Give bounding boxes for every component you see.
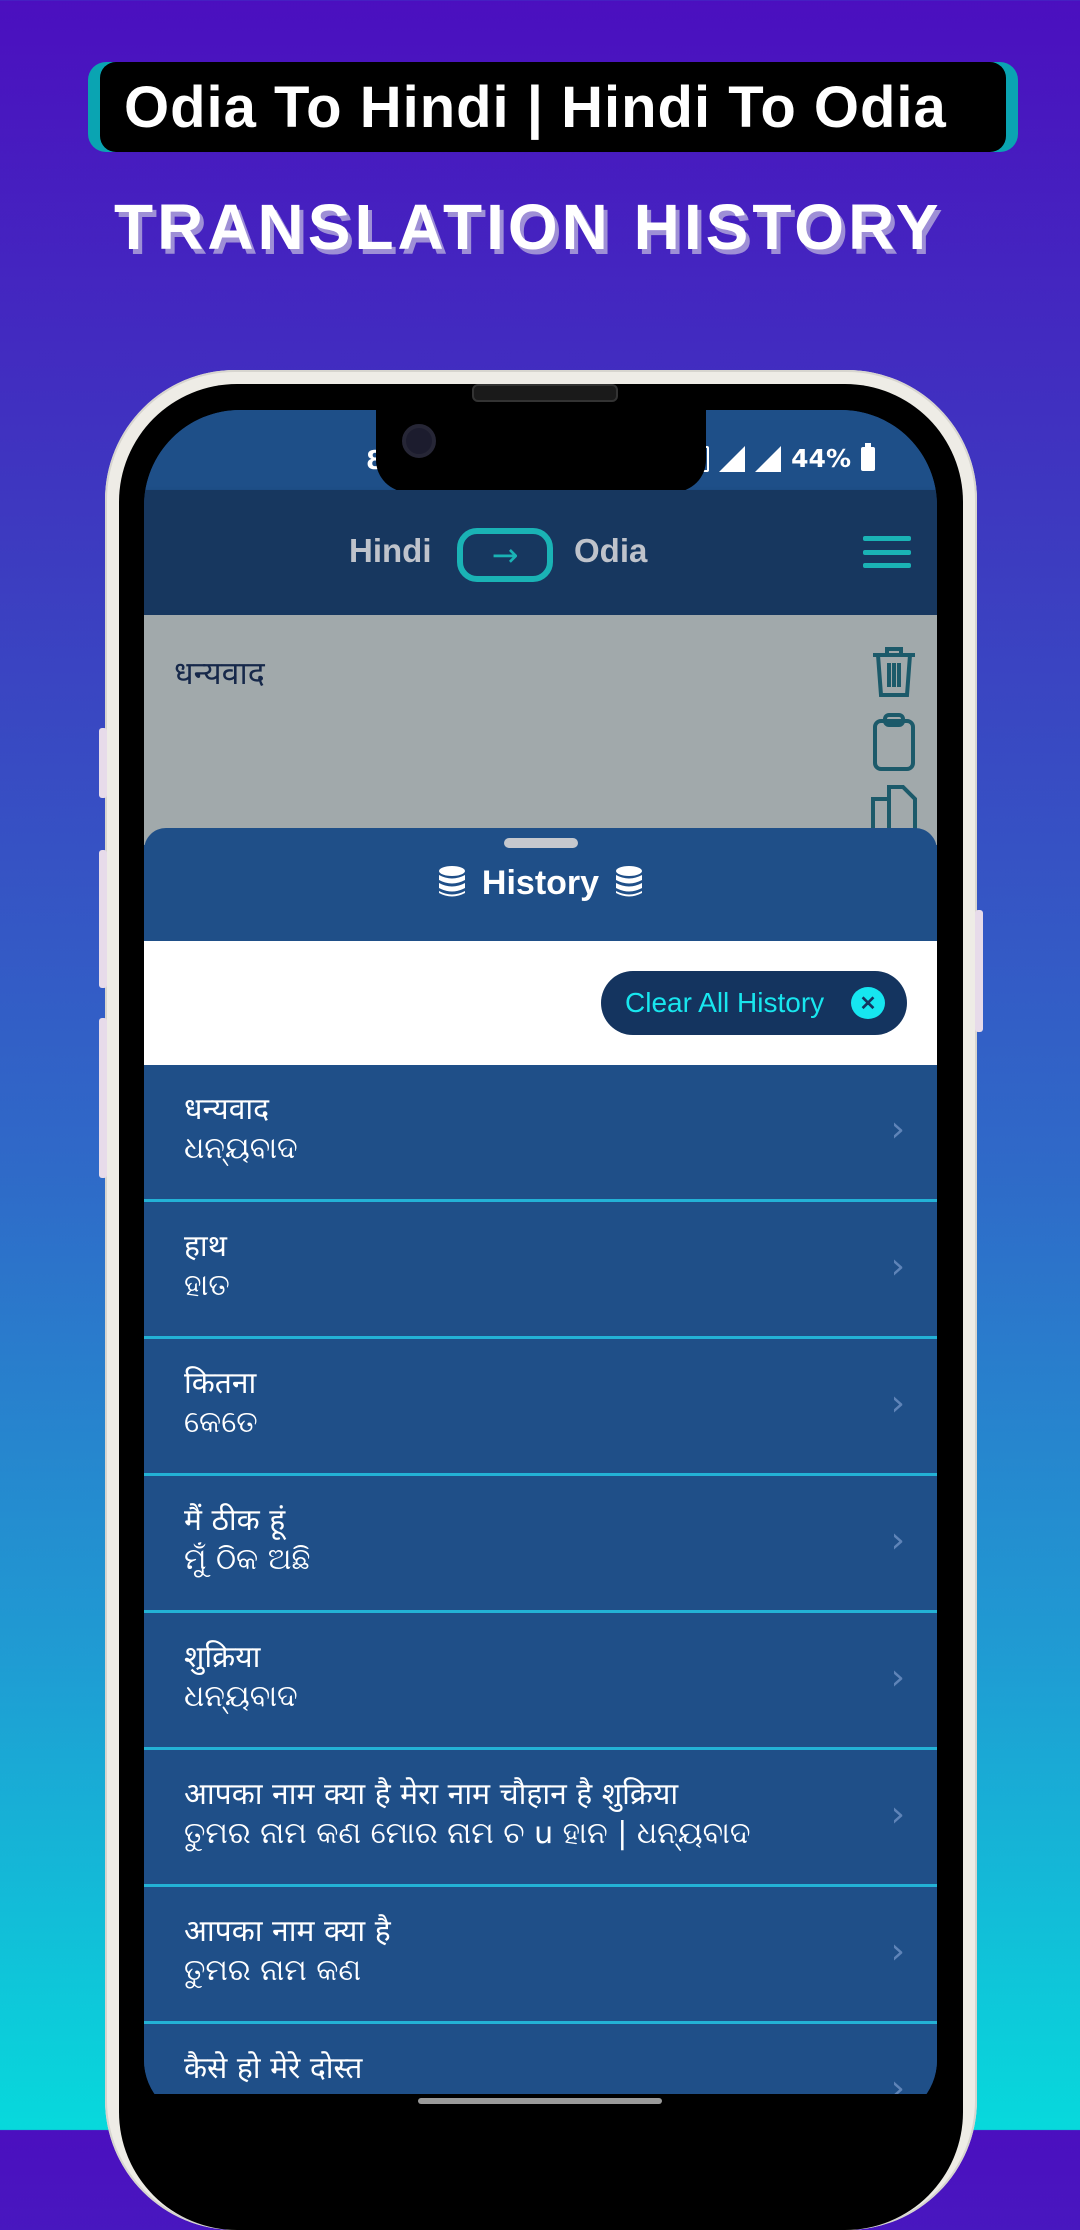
history-translation: ଧନ୍ୟବାଦ xyxy=(184,1131,298,1166)
history-source: आपका नाम क्या है xyxy=(184,1914,391,1949)
history-item[interactable]: धन्यवाद ଧନ୍ୟବାଦ › xyxy=(144,1065,937,1202)
history-source: शुक्रिया xyxy=(184,1640,261,1675)
chevron-right-icon: › xyxy=(890,1931,905,1972)
phone-speaker xyxy=(472,384,618,402)
signal-icon xyxy=(755,445,782,472)
drag-handle[interactable] xyxy=(504,838,578,848)
arrow-right-icon: → xyxy=(491,536,519,574)
history-item[interactable]: कितना କେତେ › xyxy=(144,1339,937,1476)
chevron-right-icon: › xyxy=(890,1383,905,1424)
chevron-right-icon: › xyxy=(890,1794,905,1835)
phone-side-button xyxy=(99,728,107,798)
phone-side-button xyxy=(975,910,983,1032)
history-source: मैं ठीक हूं xyxy=(184,1503,286,1538)
source-language-button[interactable]: Hindi xyxy=(349,532,431,570)
promo-headline: TRANSLATION HISTORY xyxy=(114,191,943,263)
history-translation: ତୁମର ନାମ କଣ ମୋର ନାମ ଚ u ହାନ | ଧନ୍ୟବାଦ xyxy=(184,1816,751,1851)
history-translation: କେତେ xyxy=(184,1405,258,1440)
history-item[interactable]: आपका नाम क्या है ତୁମର ନାମ କଣ › xyxy=(144,1887,937,2024)
battery-icon xyxy=(861,442,875,471)
phone-side-button xyxy=(99,850,107,988)
clear-all-history-button[interactable]: Clear All History ✕ xyxy=(601,971,907,1035)
history-item[interactable]: आपका नाम क्या है मेरा नाम चौहान है शुक्र… xyxy=(144,1750,937,1887)
history-source: हाथ xyxy=(184,1229,227,1264)
history-item[interactable]: शुक्रिया ଧନ୍ୟବାଦ › xyxy=(144,1613,937,1750)
battery-percent: 44% xyxy=(791,444,851,473)
close-icon: ✕ xyxy=(851,987,885,1019)
history-title-text: History xyxy=(481,864,600,902)
history-toolbar: Clear All History ✕ xyxy=(144,941,937,1065)
history-sheet: History Clear All History ✕ धन्यवाद ଧନ୍ୟବ… xyxy=(144,828,937,2120)
chevron-right-icon: › xyxy=(890,1246,905,1287)
input-area[interactable]: धन्यवाद xyxy=(144,615,937,845)
promo-banner: Odia To Hindi | Hindi To Odia xyxy=(88,62,1018,152)
promo-banner-title: Odia To Hindi | Hindi To Odia xyxy=(100,62,1006,152)
app-screen: 8. 44% Hindi → Odia धन्यवाद xyxy=(144,410,937,2120)
history-translation: ହାତ xyxy=(184,1268,230,1303)
history-translation: ତୁମର ନାମ କଣ xyxy=(184,1953,362,1988)
database-icon xyxy=(439,866,466,897)
home-indicator[interactable] xyxy=(418,2098,662,2104)
chevron-right-icon: › xyxy=(890,1657,905,1698)
delete-icon[interactable] xyxy=(871,645,917,699)
chevron-right-icon: › xyxy=(890,1109,905,1150)
hamburger-menu-icon[interactable] xyxy=(863,536,911,568)
input-text[interactable]: धन्यवाद xyxy=(174,651,265,694)
history-item[interactable]: हाथ ହାତ › xyxy=(144,1202,937,1339)
history-source: कितना xyxy=(184,1366,257,1401)
phone-side-button xyxy=(99,1018,107,1178)
signal-icon xyxy=(719,445,746,472)
history-title: History xyxy=(144,864,937,903)
front-camera xyxy=(402,424,436,458)
history-list: धन्यवाद ଧନ୍ୟବାଦ › हाथ ହାତ › कितना କେତେ › मैं ठ… xyxy=(144,1065,937,2120)
camera-notch xyxy=(376,410,706,492)
target-language-button[interactable]: Odia xyxy=(574,532,647,570)
swap-language-button[interactable]: → xyxy=(457,528,553,582)
history-translation: ମୁଁ ଠିକ ଅଛି xyxy=(184,1542,311,1577)
history-source: कैसे हो मेरे दोस्त xyxy=(184,2051,363,2086)
history-translation: ଧନ୍ୟବାଦ xyxy=(184,1679,298,1714)
history-source: धन्यवाद xyxy=(184,1092,270,1127)
history-item[interactable]: मैं ठीक हूं ମୁଁ ଠିକ ଅଛି › xyxy=(144,1476,937,1613)
clear-all-history-label: Clear All History xyxy=(625,987,825,1018)
chevron-right-icon: › xyxy=(890,1520,905,1561)
history-source: आपका नाम क्या है मेरा नाम चौहान है शुक्र… xyxy=(184,1777,679,1812)
app-bar: Hindi → Odia xyxy=(144,490,937,615)
database-icon xyxy=(615,866,642,897)
paste-icon[interactable] xyxy=(872,713,916,771)
